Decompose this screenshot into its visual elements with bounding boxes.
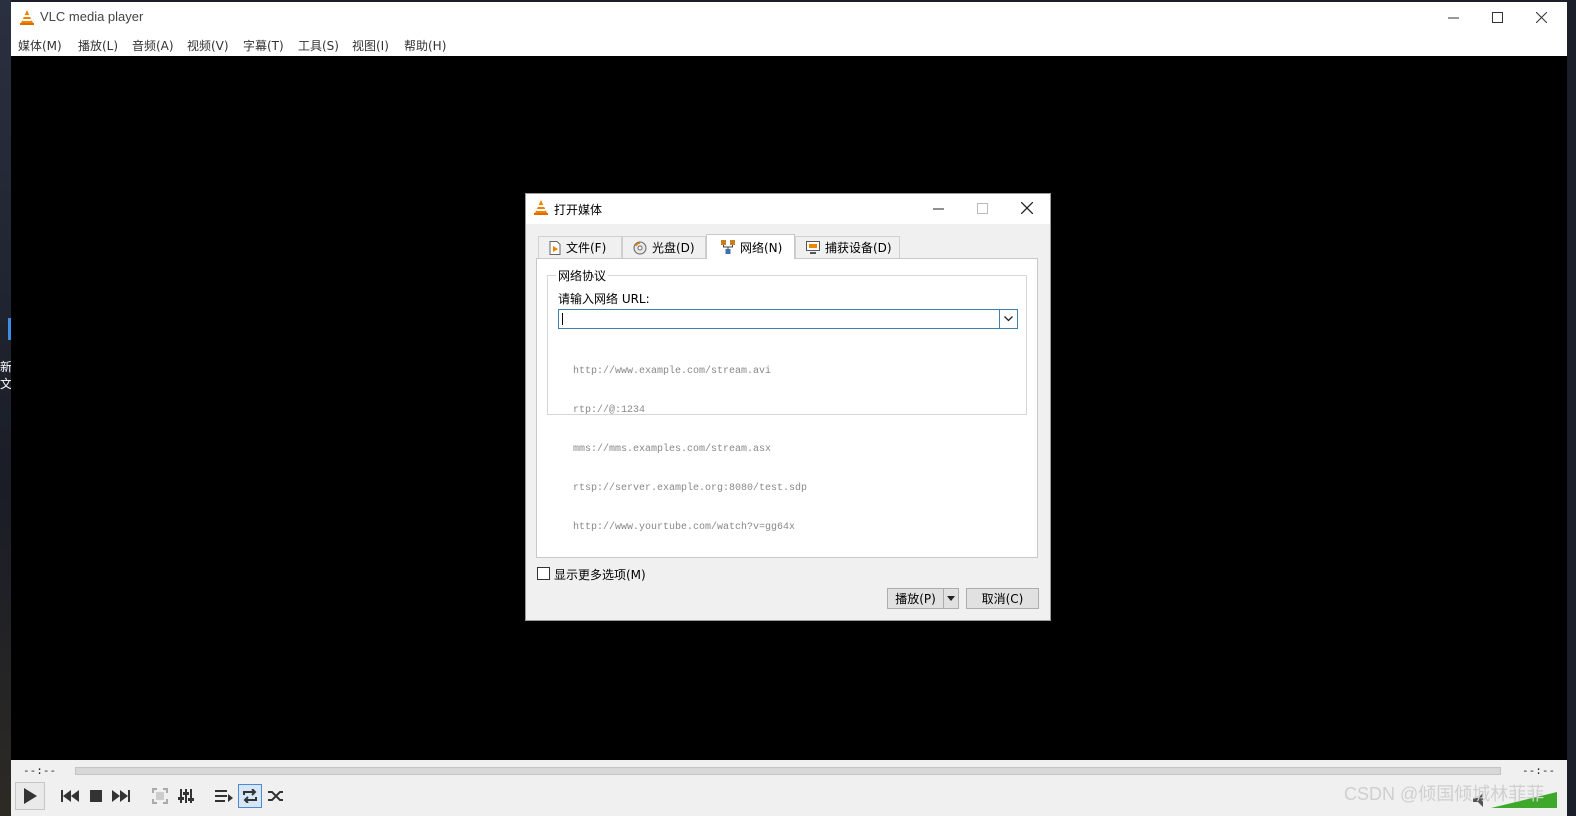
menu-bar: 媒体(M) 播放(L) 音频(A) 视频(V) 字幕(T) 工具(S) 视图(I… <box>11 32 1567 56</box>
tab-capture-device[interactable]: 捕获设备(D) <box>795 236 900 258</box>
maximize-icon <box>1491 11 1503 23</box>
play-options-dropdown-button[interactable] <box>943 588 959 609</box>
cancel-button-label: 取消(C) <box>981 592 1024 606</box>
playlist-icon <box>215 790 233 802</box>
show-more-options-checkbox[interactable] <box>537 567 550 580</box>
menu-media[interactable]: 媒体(M) <box>18 37 62 54</box>
url-combobox[interactable] <box>558 309 1018 329</box>
loop-icon <box>243 789 257 803</box>
close-icon <box>1535 11 1547 23</box>
show-more-options-label[interactable]: 显示更多选项(M) <box>554 566 646 583</box>
minimize-icon <box>1447 17 1459 18</box>
dropdown-arrow-icon <box>947 596 955 601</box>
dialog-title-bar: 打开媒体 <box>526 194 1050 224</box>
remaining-time[interactable]: --:-- <box>1522 764 1555 777</box>
url-dropdown-button[interactable] <box>999 310 1017 328</box>
stop-icon <box>90 790 102 802</box>
window-title: VLC media player <box>40 9 144 24</box>
maximize-icon <box>976 202 988 214</box>
extended-settings-button[interactable] <box>174 784 198 808</box>
watermark: CSDN @倾国倾城林菲菲 <box>1344 784 1545 804</box>
desktop-background <box>0 0 11 816</box>
close-icon <box>1021 202 1033 214</box>
capture-device-icon <box>806 241 820 254</box>
tab-label: 文件(F) <box>566 241 607 255</box>
dialog-minimize-button[interactable] <box>916 194 960 222</box>
cancel-button[interactable]: 取消(C) <box>966 588 1039 609</box>
tab-label: 捕获设备(D) <box>825 241 892 255</box>
vlc-cone-icon <box>20 10 34 25</box>
play-submit-button[interactable]: 播放(P) <box>887 588 944 609</box>
dialog-maximize-button[interactable] <box>960 194 1004 222</box>
minimize-icon <box>932 208 944 209</box>
playlist-button[interactable] <box>212 784 236 808</box>
menu-subtitle[interactable]: 字幕(T) <box>243 37 284 54</box>
maximize-button[interactable] <box>1475 2 1519 32</box>
play-button-label: 播放(P) <box>895 592 936 606</box>
menu-tools[interactable]: 工具(S) <box>298 37 339 54</box>
menu-view[interactable]: 视图(I) <box>352 37 389 54</box>
elapsed-time[interactable]: --:-- <box>23 764 56 777</box>
previous-icon <box>61 790 79 802</box>
network-icon <box>721 240 735 254</box>
file-icon <box>549 240 561 255</box>
next-icon <box>112 790 130 802</box>
close-button[interactable] <box>1519 2 1563 32</box>
tab-label: 网络(N) <box>740 240 783 255</box>
url-examples: http://www.example.com/stream.avi rtp://… <box>573 339 807 560</box>
url-example: rtp://@:1234 <box>573 405 646 416</box>
group-title: 网络协议 <box>556 267 609 284</box>
url-example: rtsp://server.example.org:8080/test.sdp <box>573 483 808 494</box>
url-example: http://www.yourtube.com/watch?v=gg64x <box>573 522 796 533</box>
menu-audio[interactable]: 音频(A) <box>132 37 174 54</box>
play-icon <box>24 788 37 804</box>
text-cursor <box>562 313 563 325</box>
menu-help[interactable]: 帮助(H) <box>404 37 446 54</box>
url-label: 请输入网络 URL: <box>558 292 650 306</box>
equalizer-icon <box>178 789 194 803</box>
fullscreen-button[interactable] <box>148 784 172 808</box>
dialog-close-button[interactable] <box>1005 194 1049 222</box>
url-example: mms://mms.examples.com/stream.asx <box>573 444 772 455</box>
open-media-dialog: 打开媒体 文件(F) 光盘(D) 网络(N) 捕获设备(D) 网络协议 请输入网… <box>525 193 1051 621</box>
loop-button[interactable] <box>238 784 262 808</box>
network-tab-panel: 网络协议 请输入网络 URL: http://www.example.com/s… <box>536 258 1038 558</box>
network-protocol-group: 网络协议 请输入网络 URL: http://www.example.com/s… <box>547 267 1027 533</box>
tab-network[interactable]: 网络(N) <box>706 234 795 259</box>
vlc-cone-icon <box>534 200 548 215</box>
shuffle-icon <box>268 791 283 801</box>
desktop-icon-label[interactable]: 文 <box>0 375 11 392</box>
title-bar: VLC media player <box>11 2 1567 32</box>
desktop-icon-label[interactable]: 新 <box>0 358 11 375</box>
minimize-button[interactable] <box>1431 2 1475 32</box>
seek-bar[interactable] <box>75 767 1501 775</box>
stop-button[interactable] <box>84 784 108 808</box>
chevron-down-icon <box>1004 316 1013 322</box>
previous-button[interactable] <box>58 784 82 808</box>
shuffle-button[interactable] <box>264 784 288 808</box>
fullscreen-icon <box>152 788 168 804</box>
next-button[interactable] <box>109 784 133 808</box>
tab-file[interactable]: 文件(F) <box>538 236 622 258</box>
dialog-title: 打开媒体 <box>554 203 603 217</box>
play-button[interactable] <box>15 782 45 810</box>
tab-label: 光盘(D) <box>652 241 695 255</box>
url-example: http://www.example.com/stream.avi <box>573 366 772 377</box>
disc-icon <box>633 241 647 254</box>
tab-disc[interactable]: 光盘(D) <box>622 236 706 258</box>
menu-playback[interactable]: 播放(L) <box>78 37 118 54</box>
menu-video[interactable]: 视频(V) <box>187 37 229 54</box>
control-bar: --:-- --:-- <box>11 760 1567 816</box>
